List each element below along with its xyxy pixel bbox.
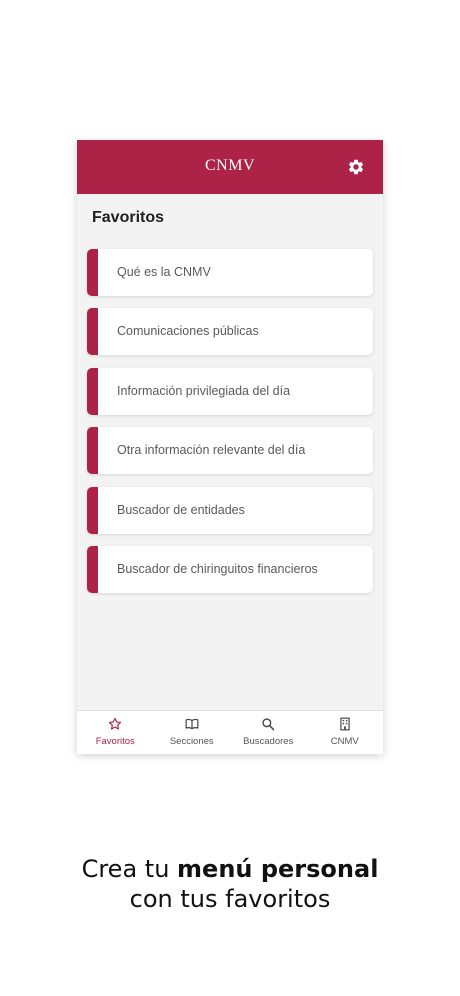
card-accent	[87, 427, 98, 475]
building-icon	[340, 717, 350, 731]
favorite-item-label: Buscador de entidades	[117, 502, 245, 517]
card-accent	[87, 308, 98, 356]
tab-label: Favoritos	[95, 736, 135, 747]
search-icon	[262, 718, 275, 731]
tab-label: Secciones	[169, 736, 214, 747]
favorite-item-label: Otra información relevante del día	[117, 443, 306, 458]
page-title: Favoritos	[92, 209, 165, 226]
favorites-list: Qué es la CNMV Comunicaciones públicas I…	[87, 249, 373, 605]
gear-icon[interactable]	[347, 158, 365, 176]
tab-favoritos[interactable]: Favoritos	[77, 711, 154, 754]
card-accent	[87, 486, 98, 534]
card-accent	[87, 249, 98, 296]
tab-label: Buscadores	[243, 736, 294, 747]
tagline-line-1: Crea tu menú personal	[0, 855, 460, 883]
favorite-item-label: Buscador de chiringuitos financieros	[117, 561, 318, 576]
favorite-item[interactable]: Comunicaciones públicas	[87, 308, 373, 356]
tagline-bold: menú personal	[177, 855, 379, 883]
favorite-item[interactable]: Información privilegiada del día	[87, 367, 373, 415]
tab-cnmv[interactable]: CNMV	[307, 711, 384, 754]
phone-screen: CNMV Favoritos Qué es la CNMV Comunicaci…	[77, 140, 383, 754]
star-icon	[109, 717, 122, 730]
favorite-item-label: Qué es la CNMV	[117, 265, 211, 279]
book-icon	[185, 718, 199, 730]
favorite-item[interactable]: Otra información relevante del día	[87, 427, 373, 475]
app-header: CNMV	[77, 140, 383, 194]
tab-secciones[interactable]: Secciones	[154, 711, 231, 754]
tagline-line-2: con tus favoritos	[129, 885, 331, 913]
favorite-item-label: Comunicaciones públicas	[117, 324, 259, 339]
favorite-item[interactable]: Buscador de chiringuitos financieros	[87, 545, 373, 593]
tab-label: CNMV	[330, 736, 359, 747]
tab-buscadores[interactable]: Buscadores	[230, 711, 307, 754]
tagline-prefix: Crea tu	[81, 855, 178, 883]
card-accent	[87, 545, 98, 593]
favorite-item-label: Información privilegiada del día	[117, 383, 291, 398]
favorite-item[interactable]: Qué es la CNMV	[87, 249, 373, 296]
favorite-item[interactable]: Buscador de entidades	[87, 486, 373, 534]
cnmv-logo: CNMV	[204, 157, 255, 174]
bottom-tab-bar: Favoritos Secciones Buscadores CNMV	[77, 710, 383, 754]
card-accent	[87, 367, 98, 415]
